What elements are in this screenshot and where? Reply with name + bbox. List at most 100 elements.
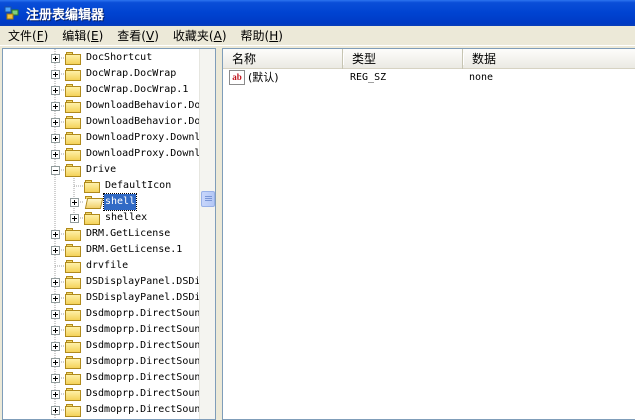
expand-icon[interactable] (70, 214, 79, 223)
menu-bar: 文件(F) 编辑(E) 查看(V) 收藏夹(A) 帮助(H) (0, 26, 635, 46)
tree-node[interactable]: DocShortcut (3, 50, 203, 66)
tree-node[interactable]: DownloadProxy.Downl (3, 146, 203, 162)
tree-node[interactable]: DefaultIcon (3, 178, 203, 194)
menu-file[interactable]: 文件(F) (4, 27, 52, 44)
tree-node[interactable]: Dsdmoprp.DirectSoun (3, 370, 203, 386)
folder-icon-body (65, 326, 81, 337)
tree-node-label: Dsdmoprp.DirectSoun (86, 308, 201, 319)
column-header-type[interactable]: 类型 (343, 49, 464, 69)
title-bar[interactable]: 注册表编辑器 (0, 0, 635, 26)
value-type: REG_SZ (350, 72, 387, 83)
tree-node[interactable]: shellex (3, 210, 203, 226)
tree-node[interactable]: DSDisplayPanel.DSDi (3, 290, 203, 306)
folder-icon-body (65, 374, 81, 385)
menu-view[interactable]: 查看(V) (113, 27, 163, 44)
folder-icon (65, 116, 81, 129)
menu-accelerator-key: E (91, 29, 99, 43)
expand-icon[interactable] (51, 150, 60, 159)
expand-icon[interactable] (51, 70, 60, 79)
tree-node-label: DownloadProxy.Downl (86, 132, 201, 143)
expand-icon[interactable] (51, 86, 60, 95)
expand-icon[interactable] (51, 406, 60, 415)
folder-icon-body (65, 134, 81, 145)
expand-icon[interactable] (51, 278, 60, 287)
tree-node-label: Dsdmoprp.DirectSoun (86, 372, 201, 383)
tree-node[interactable]: DRM.GetLicense.1 (3, 242, 203, 258)
tree-node[interactable]: DocWrap.DocWrap.1 (3, 82, 203, 98)
folder-icon-body (65, 294, 81, 305)
expand-icon[interactable] (51, 230, 60, 239)
collapse-icon[interactable] (51, 166, 60, 175)
tree-node[interactable]: Dsdmoprp.DirectSoun (3, 402, 203, 418)
menu-favorites[interactable]: 收藏夹(A) (169, 27, 231, 44)
tree-node[interactable]: DSDisplayPanel.DSDi (3, 274, 203, 290)
window-title: 注册表编辑器 (26, 7, 105, 23)
string-value-icon: ab (229, 70, 245, 85)
open-folder-icon (84, 196, 104, 209)
tree-node[interactable]: Drive (3, 162, 203, 178)
tree-node-label: DownloadBehavior.Do (86, 100, 201, 111)
expand-icon[interactable] (51, 374, 60, 383)
expand-icon[interactable] (51, 342, 60, 351)
folder-icon (65, 356, 81, 369)
folder-icon-body (65, 406, 81, 417)
menu-accelerator: (A) (208, 29, 227, 43)
folder-icon (65, 324, 81, 337)
expand-icon[interactable] (51, 118, 60, 127)
expand-icon[interactable] (51, 294, 60, 303)
tree-node[interactable]: shell (3, 193, 203, 211)
menu-help[interactable]: 帮助(H) (237, 27, 287, 44)
tree-node[interactable]: DownloadProxy.Downl (3, 130, 203, 146)
tree-vertical-scrollbar[interactable] (199, 49, 215, 419)
expand-icon[interactable] (51, 102, 60, 111)
expand-icon[interactable] (51, 358, 60, 367)
tree-node[interactable]: Dsdmoprp.DirectSoun (3, 322, 203, 338)
expand-icon[interactable] (51, 326, 60, 335)
menu-accelerator: (H) (264, 29, 283, 43)
folder-icon-body (65, 262, 81, 273)
tree-node-label: Dsdmoprp.DirectSoun (86, 404, 201, 415)
column-header-data[interactable]: 数据 (463, 49, 635, 69)
tree-node[interactable]: Dsdmoprp.DirectSoun (3, 354, 203, 370)
folder-icon (65, 340, 81, 353)
expand-icon[interactable] (51, 134, 60, 143)
tree-node[interactable]: DRM.GetLicense (3, 226, 203, 242)
tree-node-label: Dsdmoprp.DirectSoun (86, 340, 201, 351)
value-list-pane[interactable]: 名称 类型 数据 ab (默认) REG_SZ none (222, 48, 635, 420)
folder-icon (65, 148, 81, 161)
scrollbar-thumb[interactable] (201, 191, 215, 207)
value-row[interactable]: ab (默认) REG_SZ none (223, 70, 635, 86)
folder-icon (65, 84, 81, 97)
tree-node[interactable]: DocWrap.DocWrap (3, 66, 203, 82)
tree-node-label: DSDisplayPanel.DSDi (86, 292, 201, 303)
expand-icon[interactable] (70, 198, 79, 207)
folder-icon-body (65, 230, 81, 241)
folder-icon (65, 68, 81, 81)
tree-node[interactable]: Dsdmoprp.DirectSoun (3, 386, 203, 402)
expand-icon[interactable] (51, 390, 60, 399)
tree-node[interactable]: drvfile (3, 258, 203, 274)
folder-icon-body (65, 342, 81, 353)
expand-icon[interactable] (51, 54, 60, 63)
tree-node[interactable]: DownloadBehavior.Do (3, 98, 203, 114)
folder-icon-body (65, 118, 81, 129)
tree-node[interactable]: DownloadBehavior.Do (3, 114, 203, 130)
menu-label: 编辑 (62, 29, 87, 43)
folder-icon (84, 212, 100, 225)
menu-edit[interactable]: 编辑(E) (58, 27, 107, 44)
folder-icon-body (65, 70, 81, 81)
menu-accelerator: (E) (86, 29, 104, 43)
tree-node-label: DocWrap.DocWrap.1 (86, 84, 189, 95)
folder-icon-body (65, 390, 81, 401)
expand-icon[interactable] (51, 246, 60, 255)
folder-icon-body (65, 54, 81, 65)
column-header-name[interactable]: 名称 (223, 49, 344, 69)
list-header: 名称 类型 数据 (223, 49, 635, 69)
expand-icon[interactable] (51, 310, 60, 319)
tree-node-label: Dsdmoprp.DirectSoun (86, 324, 201, 335)
tree-node[interactable]: Dsdmoprp.DirectSoun (3, 306, 203, 322)
menu-label: 查看 (117, 29, 142, 43)
tree-node-label: DRM.GetLicense.1 (86, 244, 183, 255)
key-tree-pane[interactable]: DocShortcut DocWrap.DocWrap DocWrap.DocWra… (2, 48, 216, 420)
tree-node[interactable]: Dsdmoprp.DirectSoun (3, 338, 203, 354)
